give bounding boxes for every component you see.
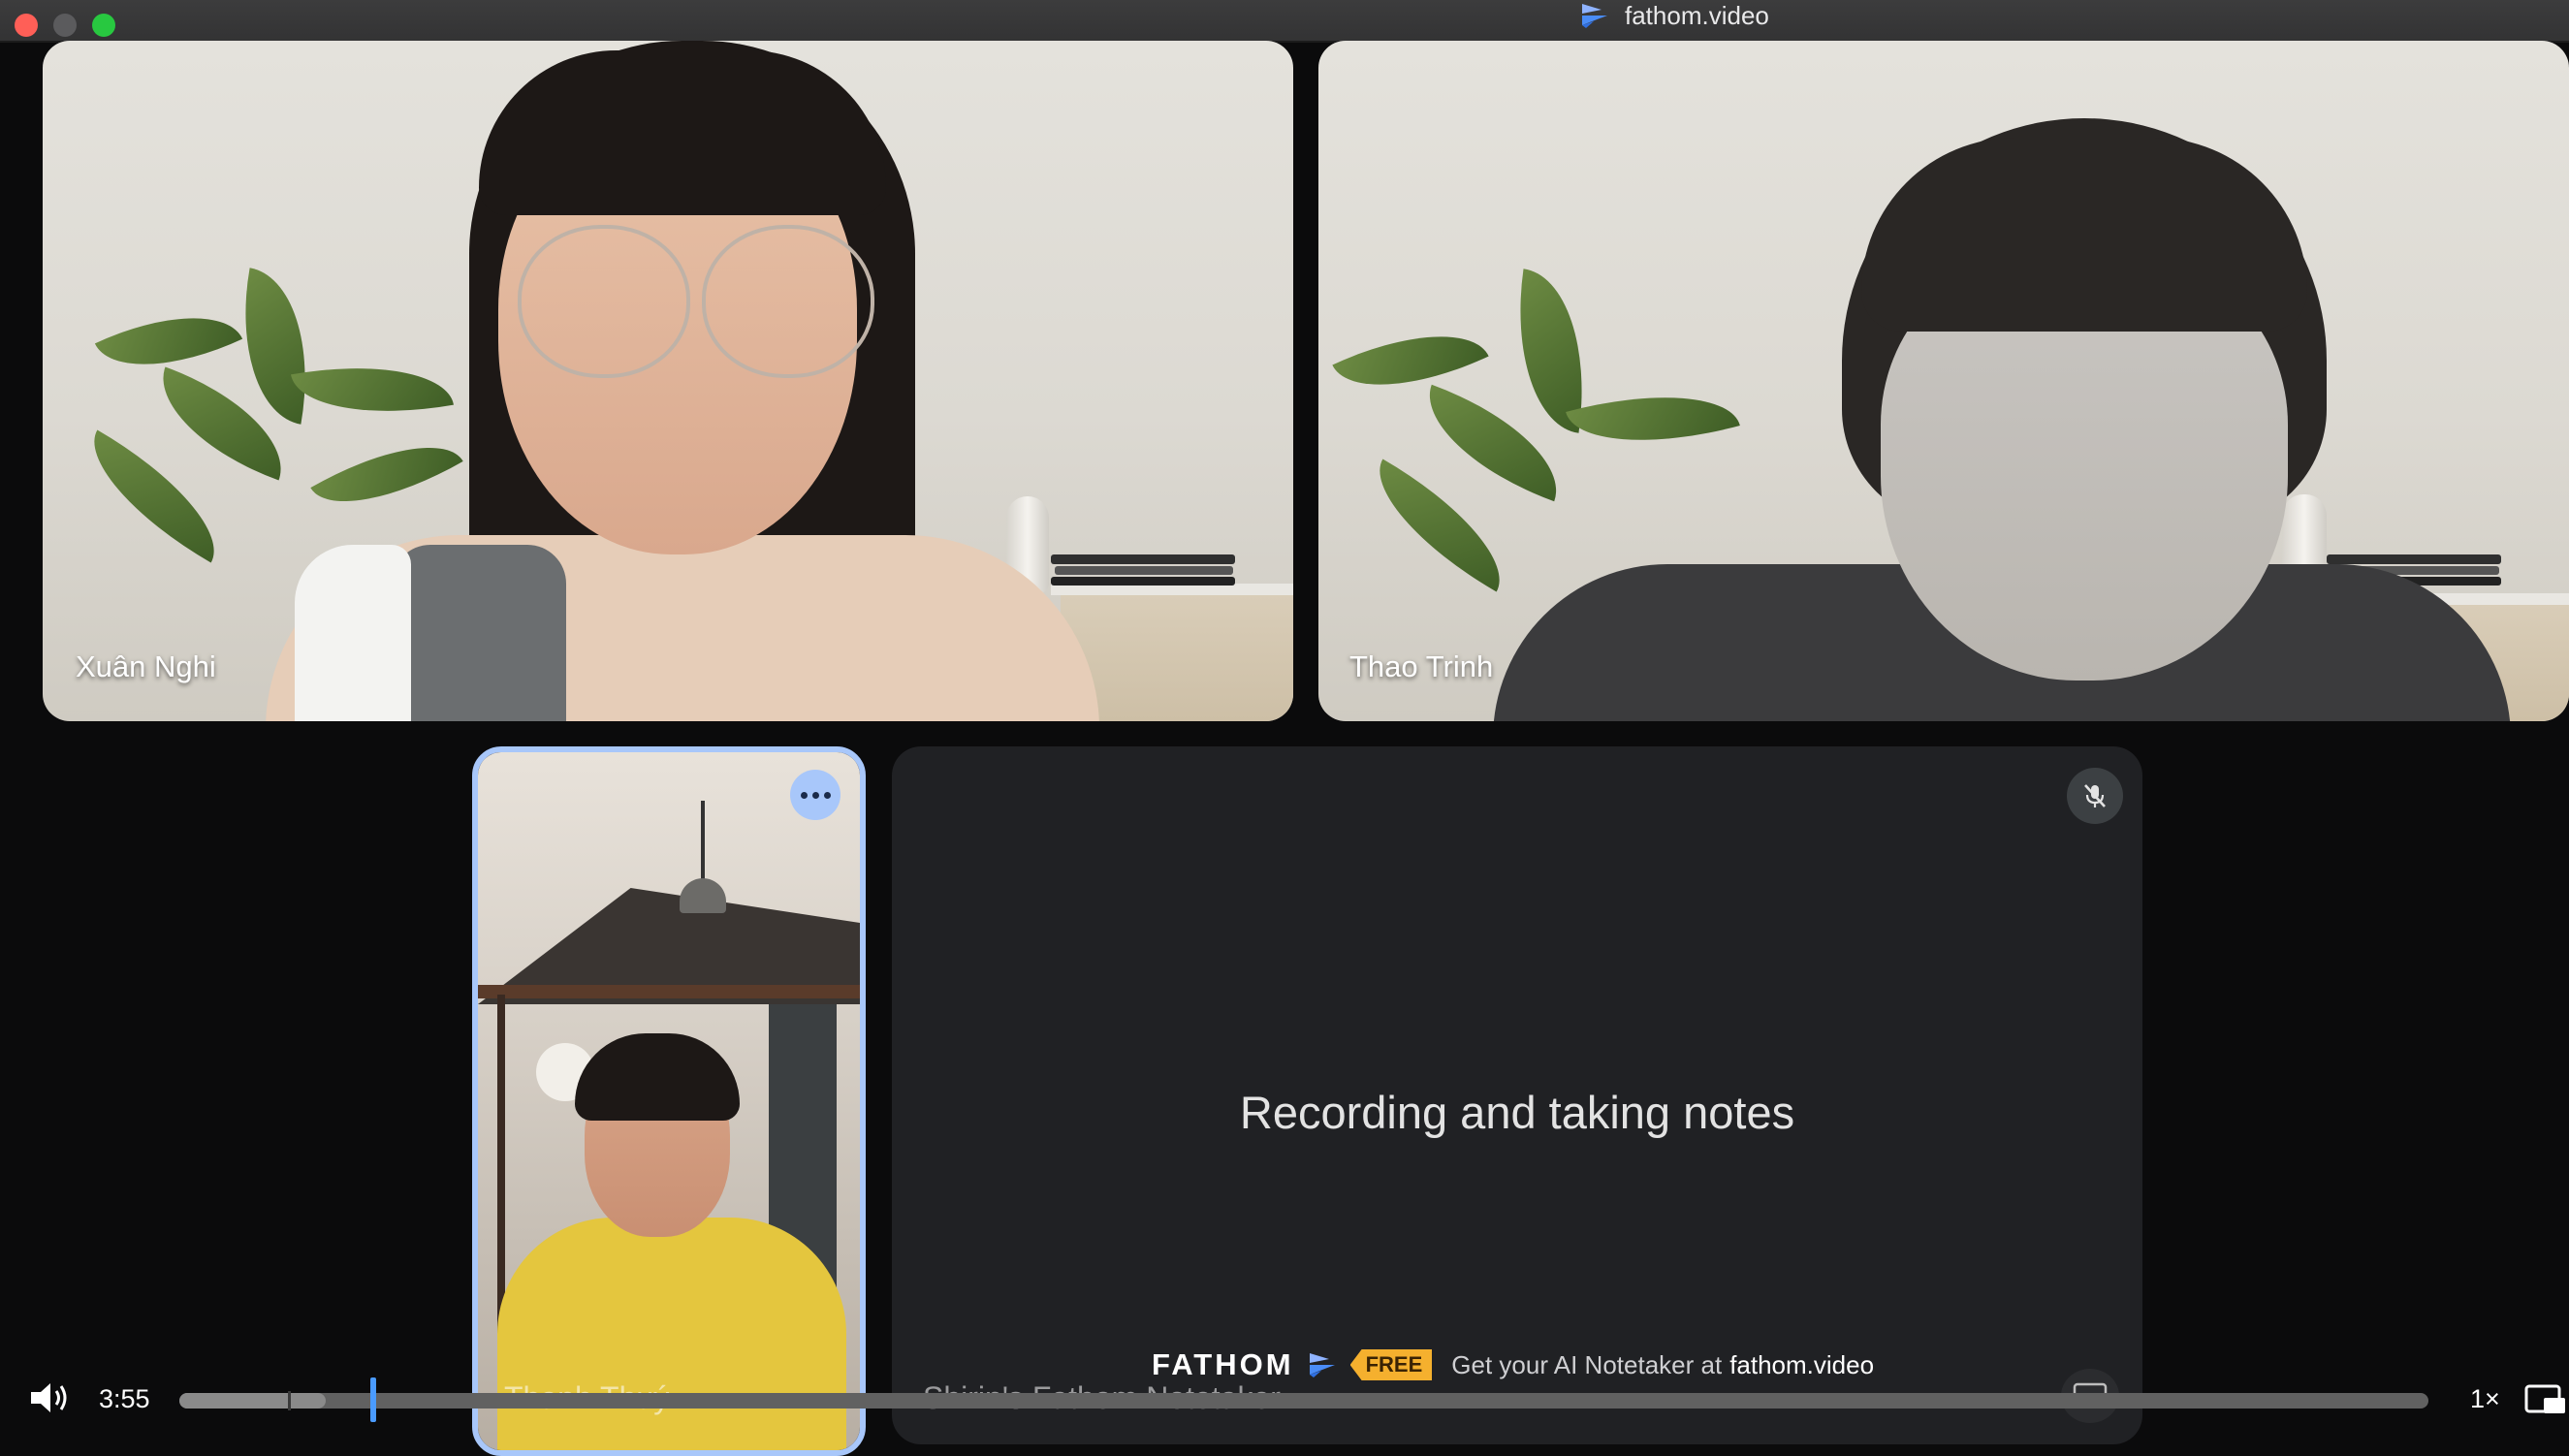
fathom-logo-icon xyxy=(1582,4,1607,28)
dot-icon xyxy=(823,791,831,799)
picture-in-picture-icon[interactable] xyxy=(2524,1382,2569,1415)
participant-video xyxy=(1318,41,2569,721)
mic-off-icon xyxy=(2067,768,2123,824)
window-title-bar: fathom.video xyxy=(0,0,2569,43)
volume-icon[interactable] xyxy=(29,1380,72,1415)
participant-name-label: Xuân Nghi xyxy=(76,649,216,683)
participant-video xyxy=(478,752,860,1450)
seek-buffered xyxy=(179,1393,326,1409)
dot-icon xyxy=(800,791,808,799)
window-maximize-button[interactable] xyxy=(92,14,115,37)
participant-name-label: Thao Trinh xyxy=(1349,649,1494,683)
recording-status-text: Recording and taking notes xyxy=(1239,1087,1795,1138)
participant-video xyxy=(43,41,1293,721)
more-options-button[interactable] xyxy=(790,770,840,820)
playback-speed-button[interactable]: 1× xyxy=(2470,1384,2500,1414)
current-time: 3:55 xyxy=(99,1384,150,1413)
participant-tile-xuan-nghi[interactable]: Xuân Nghi xyxy=(43,41,1293,721)
seek-handle[interactable] xyxy=(369,1377,376,1422)
participant-tile-thao-trinh[interactable]: Thao Trinh xyxy=(1318,41,2569,721)
window-title: fathom.video xyxy=(1625,0,1769,30)
seek-chapter-marker xyxy=(288,1391,291,1410)
seek-bar[interactable] xyxy=(179,1377,2428,1422)
dot-icon xyxy=(811,791,819,799)
notetaker-tile[interactable]: Recording and taking notes FATHOM FREE G… xyxy=(892,746,2142,1444)
player-controls: 3:55 1× xyxy=(0,1373,2569,1423)
participant-tile-thanh-thuy[interactable] xyxy=(472,746,866,1456)
window-minimize-button[interactable] xyxy=(53,14,77,37)
window-close-button[interactable] xyxy=(15,14,38,37)
